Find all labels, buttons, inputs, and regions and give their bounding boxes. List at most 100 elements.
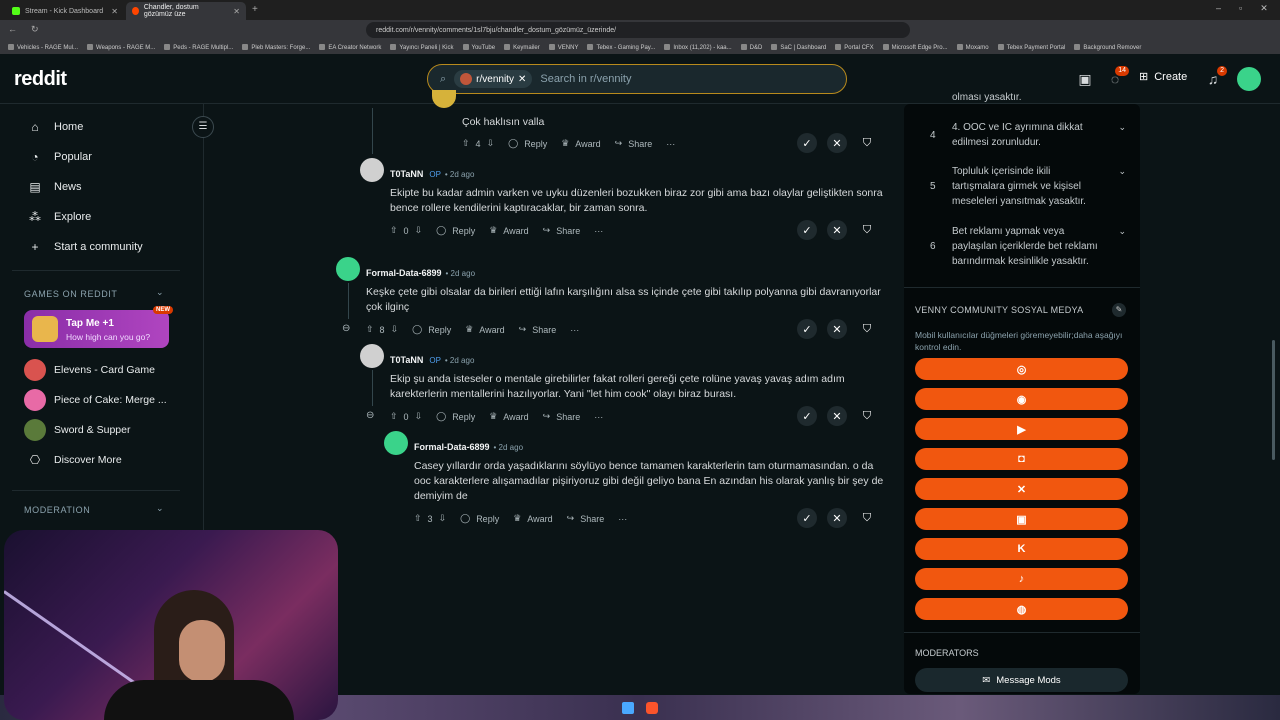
nav-popular[interactable]: ◔ Popular [28, 150, 92, 164]
remove-icon[interactable]: ✕ [827, 508, 847, 528]
tab-reddit-post[interactable]: Chandler, dostum gözümüz üze ✕ [126, 2, 246, 20]
more-options-button[interactable]: ··· [594, 412, 603, 422]
more-options-button[interactable]: ··· [570, 325, 579, 335]
search-bar[interactable]: ⌕ r/vennity ✕ Search in r/vennity [427, 64, 847, 94]
kick-button[interactable]: K [915, 538, 1128, 560]
create-button[interactable]: ⊞ Create [1139, 70, 1187, 84]
downvote-icon[interactable]: ⇩ [439, 513, 447, 524]
refresh-icon[interactable]: ↻ [31, 24, 39, 35]
minimize-icon[interactable]: – [1216, 3, 1221, 14]
share-button[interactable]: ↪ Share [615, 138, 653, 149]
approve-icon[interactable]: ✓ [797, 508, 817, 528]
new-tab-button[interactable]: + [252, 4, 258, 15]
globe-button[interactable]: ◎ [915, 358, 1128, 380]
nav-news[interactable]: ▤ News [28, 180, 81, 194]
brave-taskbar-icon[interactable] [646, 702, 658, 714]
games-heading[interactable]: GAMES ON REDDIT [24, 289, 118, 299]
comment-avatar[interactable] [360, 344, 384, 368]
bookmark[interactable]: Tebex - Gaming Pay... [587, 44, 655, 51]
discord-button[interactable]: ◉ [915, 388, 1128, 410]
comment-avatar[interactable] [432, 90, 456, 108]
bookmark[interactable]: Moxamo [957, 44, 989, 51]
notification-icon[interactable]: ♫ 2 [1204, 66, 1227, 88]
nav-home[interactable]: ⌂ Home [28, 120, 83, 134]
comment-avatar[interactable] [360, 158, 384, 182]
rule-item[interactable]: 5 Topluluk içerisinde ikili tartışmalara … [930, 164, 1126, 209]
close-icon[interactable]: ✕ [111, 7, 118, 16]
message-mods-button[interactable]: ✉ Message Mods [915, 668, 1128, 692]
steam-button[interactable]: ◍ [915, 598, 1128, 620]
comment-avatar[interactable] [336, 257, 360, 281]
more-options-button[interactable]: ··· [666, 139, 675, 149]
reply-button[interactable]: ◯ Reply [436, 225, 475, 236]
downvote-icon[interactable]: ⇩ [415, 225, 423, 236]
shield-icon[interactable]: ⛉ [857, 406, 877, 426]
user-avatar[interactable] [1237, 67, 1261, 91]
reply-button[interactable]: ◯ Reply [436, 411, 475, 422]
approve-icon[interactable]: ✓ [797, 220, 817, 240]
bookmark[interactable]: D&D [741, 44, 763, 51]
edit-icon[interactable]: ✎ [1112, 303, 1126, 317]
collapse-thread-icon[interactable]: ⊖ [342, 323, 350, 334]
youtube-button[interactable]: ▶ [915, 418, 1128, 440]
share-button[interactable]: ↪ Share [543, 411, 581, 422]
bookmark[interactable]: YouTube [463, 44, 496, 51]
comment-avatar[interactable] [384, 431, 408, 455]
bookmark[interactable]: Portal CFX [835, 44, 873, 51]
game-piece-of-cake[interactable]: Piece of Cake: Merge ... [24, 389, 167, 411]
award-button[interactable]: ♛ Award [489, 411, 528, 422]
comment-time[interactable]: • 2d ago [445, 356, 475, 365]
bookmark[interactable]: Keymailer [504, 44, 540, 51]
upvote-icon[interactable]: ⇧ [462, 138, 470, 149]
shield-icon[interactable]: ⛉ [857, 133, 877, 153]
tap-me-promo[interactable]: Tap Me +1 How high can you go? NEW [24, 306, 173, 348]
tiktok-button[interactable]: ♪ [915, 568, 1128, 590]
reply-button[interactable]: ◯ Reply [412, 324, 451, 335]
maximize-icon[interactable]: ▫ [1239, 3, 1242, 14]
windows-start-icon[interactable] [622, 702, 634, 714]
game-elevens[interactable]: Elevens - Card Game [24, 359, 155, 381]
share-button[interactable]: ↪ Share [567, 513, 605, 524]
award-button[interactable]: ♛ Award [513, 513, 552, 524]
url-field[interactable]: reddit.com/r/vennity/comments/1sl7bju/ch… [366, 22, 910, 38]
upvote-icon[interactable]: ⇧ [390, 411, 398, 422]
comment-author[interactable]: Formal-Data-6899 [366, 268, 442, 278]
instagram-button[interactable]: ◘ [915, 448, 1128, 470]
more-options-button[interactable]: ··· [594, 226, 603, 236]
bookmark[interactable]: Background Remover [1074, 44, 1141, 51]
comment-author[interactable]: T0TaNN [390, 169, 423, 179]
approve-icon[interactable]: ✓ [797, 406, 817, 426]
downvote-icon[interactable]: ⇩ [487, 138, 495, 149]
comment-author[interactable]: Formal-Data-6899 [414, 442, 490, 452]
ads-icon[interactable]: ▣ [1076, 70, 1094, 88]
back-icon[interactable]: ← [8, 24, 17, 35]
downvote-icon[interactable]: ⇩ [415, 411, 423, 422]
chevron-down-icon[interactable]: ⌄ [156, 503, 164, 514]
comment-time[interactable]: • 2d ago [445, 170, 475, 179]
approve-icon[interactable]: ✓ [797, 133, 817, 153]
close-window-icon[interactable]: ✕ [1260, 3, 1268, 14]
twitch-button[interactable]: ▣ [915, 508, 1128, 530]
bookmark[interactable]: Yayıncı Paneli | Kick [390, 44, 453, 51]
chevron-down-icon[interactable]: ⌄ [156, 287, 164, 298]
share-button[interactable]: ↪ Share [543, 225, 581, 236]
bookmark[interactable]: Tebex Payment Portal [998, 44, 1066, 51]
award-button[interactable]: ♛ Award [465, 324, 504, 335]
bookmark[interactable]: Weapons - RAGE M... [87, 44, 155, 51]
downvote-icon[interactable]: ⇩ [391, 324, 399, 335]
comment-author[interactable]: T0TaNN [390, 355, 423, 365]
bookmark[interactable]: VENNY [549, 44, 579, 51]
rule-item[interactable]: 4 4. OOC ve IC ayrımına dikkat edilmesi z… [930, 120, 1126, 150]
bookmark[interactable]: Pleb Masters: Forge... [242, 44, 310, 51]
bookmark[interactable]: Inbox (11,202) - kaa... [664, 44, 731, 51]
rule-item[interactable]: 6 Bet reklamı yapmak veya paylaşılan içer… [930, 224, 1126, 269]
shield-icon[interactable]: ⛉ [857, 220, 877, 240]
award-button[interactable]: ♛ Award [489, 225, 528, 236]
collapse-menu-button[interactable]: ☰ [192, 116, 214, 138]
remove-chip-icon[interactable]: ✕ [518, 74, 526, 85]
upvote-icon[interactable]: ⇧ [390, 225, 398, 236]
remove-icon[interactable]: ✕ [827, 319, 847, 339]
bookmark[interactable]: Peds - RAGE Multipl... [164, 44, 233, 51]
comment-time[interactable]: • 2d ago [494, 443, 524, 452]
bookmark[interactable]: SaC | Dashboard [771, 44, 826, 51]
